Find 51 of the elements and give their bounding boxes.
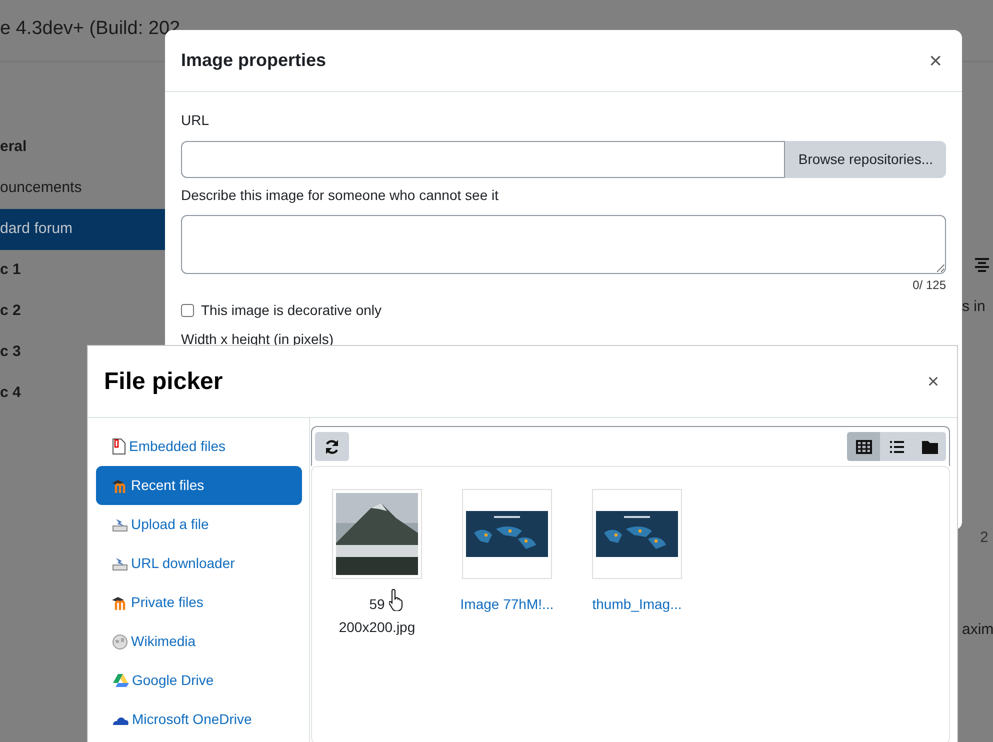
alt-text-label: Describe this image for someone who cannot see it bbox=[181, 186, 500, 205]
repository-item[interactable]: Private files bbox=[96, 583, 302, 622]
repository-item[interactable]: Google Drive bbox=[96, 661, 302, 700]
moodle-icon bbox=[112, 596, 128, 610]
dialog-title: Image properties bbox=[181, 49, 326, 72]
close-button[interactable]: × bbox=[927, 372, 939, 392]
repository-item[interactable]: Wikimedia bbox=[96, 622, 302, 661]
view-button[interactable] bbox=[880, 432, 913, 461]
decorative-checkbox[interactable] bbox=[181, 304, 194, 317]
upload-icon bbox=[112, 556, 128, 571]
course-index-item[interactable]: eral bbox=[0, 127, 165, 168]
course-index-item[interactable]: dard forum bbox=[0, 209, 165, 250]
repository-item[interactable]: Embedded files bbox=[96, 427, 302, 466]
list-icon bbox=[888, 440, 904, 454]
column-value: 2 bbox=[980, 528, 988, 548]
course-index-item[interactable]: c 2 bbox=[0, 291, 165, 332]
body-text: s in bbox=[962, 297, 986, 317]
repository-item[interactable]: URL downloader bbox=[96, 544, 302, 583]
course-index-item[interactable]: ouncements bbox=[0, 168, 165, 209]
align-center-icon bbox=[974, 258, 990, 272]
hand-cursor-icon bbox=[389, 589, 403, 611]
folder-icon bbox=[922, 440, 938, 454]
view-button[interactable] bbox=[913, 432, 946, 461]
browse-repositories-button[interactable]: Browse repositories... bbox=[785, 141, 946, 178]
refresh-button[interactable] bbox=[315, 432, 349, 461]
document-icon bbox=[112, 438, 126, 455]
repository-item[interactable]: Microsoft OneDrive bbox=[96, 700, 302, 739]
file-name[interactable]: Image 77hM!... bbox=[447, 593, 567, 616]
globe-icon bbox=[112, 634, 128, 650]
repository-item[interactable]: Upload a file bbox=[96, 505, 302, 544]
file-name[interactable]: thumb_Imag... bbox=[577, 593, 697, 616]
url-label: URL bbox=[181, 111, 210, 130]
alt-text-field[interactable] bbox=[181, 215, 946, 274]
refresh-icon bbox=[324, 438, 340, 454]
url-field[interactable] bbox=[181, 141, 786, 178]
size-label: Width x height (in pixels) bbox=[181, 330, 335, 349]
close-button[interactable]: × bbox=[929, 50, 942, 72]
dialog-title: File picker bbox=[104, 366, 223, 396]
view-button[interactable] bbox=[847, 432, 880, 461]
course-index-item[interactable]: c 1 bbox=[0, 250, 165, 291]
repository-item[interactable]: Recent files bbox=[96, 466, 302, 505]
character-counter: 0/ 125 bbox=[912, 277, 946, 294]
grid-icon bbox=[856, 440, 872, 454]
file-thumbnail[interactable] bbox=[592, 489, 682, 579]
file-thumbnail[interactable] bbox=[462, 489, 552, 579]
upload-icon bbox=[112, 517, 128, 532]
drive-icon bbox=[112, 673, 129, 688]
file-name[interactable]: 59 200x200.jpg bbox=[317, 593, 437, 639]
decorative-label: This image is decorative only bbox=[201, 301, 382, 320]
moodle-icon bbox=[112, 478, 128, 492]
body-text: axim bbox=[962, 620, 993, 640]
